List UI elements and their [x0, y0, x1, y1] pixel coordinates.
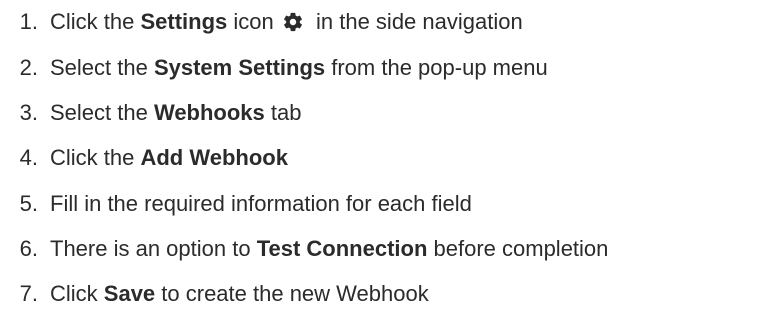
step-text-before: Select the [50, 100, 154, 125]
step-keyword: Test Connection [256, 236, 428, 261]
step-number: 1. [19, 9, 38, 34]
step-number: 7. [19, 281, 38, 306]
step-text-before: There is an option to [50, 236, 257, 261]
step-1: 1. Click the Settings icon in the side n… [0, 6, 523, 38]
step-7: 7. Click Save to create the new Webhook [0, 278, 429, 310]
step-4: 4. Click the Add Webhook [0, 142, 288, 174]
step-3: 3. Select the Webhooks tab [0, 97, 302, 129]
step-number: 6. [19, 236, 38, 261]
step-text: Click Save to create the new Webhook [50, 278, 429, 310]
step-text: There is an option to Test Connection be… [50, 233, 608, 265]
step-text: Select the Webhooks tab [50, 97, 301, 129]
step-text-before: Click the [50, 9, 141, 34]
step-text-before: Select the [50, 55, 154, 80]
step-keyword: System Settings [153, 55, 326, 80]
step-keyword: Webhooks [153, 100, 265, 125]
step-keyword: Add Webhook [140, 145, 288, 170]
step-text-before: Click the [50, 145, 141, 170]
step-text-after: from the pop-up menu [325, 55, 548, 80]
gear-icon [282, 11, 304, 33]
step-5: 5. Fill in the required information for … [0, 188, 472, 220]
step-text: Select the System Settings from the pop-… [50, 52, 548, 84]
step-text-after: before completion [427, 236, 609, 261]
step-text-after: to create the new Webhook [155, 281, 429, 306]
step-text: Click the Add Webhook [50, 142, 288, 174]
step-keyword: Save [103, 281, 156, 306]
step-2: 2. Select the System Settings from the p… [0, 52, 548, 84]
step-6: 6. There is an option to Test Connection… [0, 233, 609, 265]
step-text: Click the Settings icon in the side navi… [50, 6, 523, 38]
step-text-after: in the side navigation [309, 9, 523, 34]
step-number: 5. [19, 191, 38, 216]
step-text-before: Click [50, 281, 104, 306]
step-text: Fill in the required information for eac… [50, 188, 472, 220]
step-text-before: Fill in the required information for eac… [50, 191, 472, 216]
step-number: 2. [19, 55, 38, 80]
step-text-middle: icon [227, 9, 274, 34]
step-number: 4. [19, 145, 38, 170]
step-number: 3. [19, 100, 38, 125]
step-keyword: Settings [140, 9, 228, 34]
step-text-after: tab [264, 100, 302, 125]
